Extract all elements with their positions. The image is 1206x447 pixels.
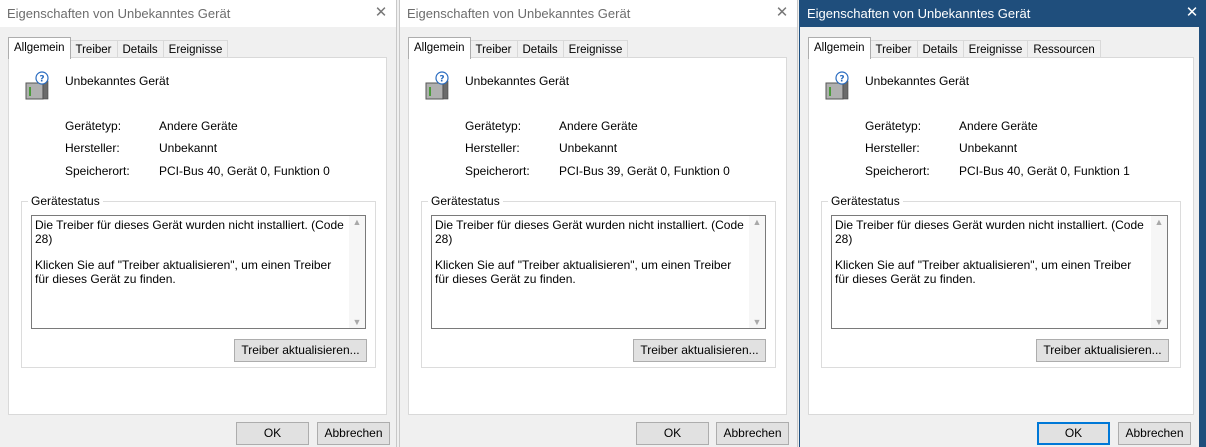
- tab-panel-general: ? Unbekanntes Gerät Gerätetyp: Andere Ge…: [808, 57, 1194, 415]
- device-status-text: Die Treiber für dieses Gerät wurden nich…: [435, 218, 745, 286]
- device-name: Unbekanntes Gerät: [465, 74, 570, 88]
- tab-general[interactable]: Allgemein: [808, 37, 871, 59]
- status-scrollbar[interactable]: ▲ ▼: [1151, 216, 1167, 328]
- scroll-up-icon[interactable]: ▲: [1151, 217, 1167, 227]
- cancel-button[interactable]: Abbrechen: [1118, 422, 1191, 445]
- unknown-device-icon: ?: [25, 71, 49, 100]
- title-bar[interactable]: Eigenschaften von Unbekanntes Gerät ✕: [0, 0, 396, 27]
- properties-dialog-1: Eigenschaften von Unbekanntes Gerät ✕ Al…: [0, 0, 397, 447]
- status-message: Die Treiber für dieses Gerät wurden nich…: [835, 218, 1144, 246]
- location-value: PCI-Bus 39, Gerät 0, Funktion 0: [559, 164, 730, 178]
- unknown-device-icon: ?: [425, 71, 449, 100]
- scroll-down-icon[interactable]: ▼: [349, 317, 365, 327]
- location-label: Speicherort:: [465, 164, 530, 178]
- device-status-group: Gerätestatus Die Treiber für dieses Gerä…: [421, 194, 776, 368]
- location-label: Speicherort:: [865, 164, 930, 178]
- device-status-title: Gerätestatus: [428, 194, 503, 208]
- window-title: Eigenschaften von Unbekanntes Gerät: [7, 6, 231, 21]
- manufacturer-value: Unbekannt: [959, 141, 1018, 155]
- manufacturer-label: Hersteller:: [465, 141, 520, 155]
- status-hint: Klicken Sie auf "Treiber aktualisieren",…: [35, 258, 332, 286]
- svg-text:?: ?: [439, 75, 444, 85]
- status-message: Die Treiber für dieses Gerät wurden nich…: [35, 218, 344, 246]
- properties-dialog-2: Eigenschaften von Unbekanntes Gerät ✕ Al…: [399, 0, 798, 447]
- device-type-label: Gerätetyp:: [465, 119, 522, 133]
- update-driver-button[interactable]: Treiber aktualisieren...: [234, 339, 367, 362]
- update-driver-button[interactable]: Treiber aktualisieren...: [1036, 339, 1169, 362]
- ok-button[interactable]: OK: [1037, 422, 1110, 445]
- device-name: Unbekanntes Gerät: [65, 74, 170, 88]
- window-edge: [1199, 27, 1206, 447]
- manufacturer-label: Hersteller:: [65, 141, 120, 155]
- status-message: Die Treiber für dieses Gerät wurden nich…: [435, 218, 744, 246]
- close-icon[interactable]: ✕: [366, 0, 396, 27]
- scroll-up-icon[interactable]: ▲: [749, 217, 765, 227]
- device-status-text: Die Treiber für dieses Gerät wurden nich…: [835, 218, 1147, 286]
- device-status-text: Die Treiber für dieses Gerät wurden nich…: [35, 218, 345, 286]
- title-bar[interactable]: Eigenschaften von Unbekanntes Gerät ✕: [800, 0, 1206, 27]
- location-label: Speicherort:: [65, 164, 130, 178]
- status-scrollbar[interactable]: ▲ ▼: [749, 216, 765, 328]
- close-icon[interactable]: ✕: [767, 0, 797, 27]
- device-name: Unbekanntes Gerät: [865, 74, 970, 88]
- close-icon[interactable]: ✕: [1177, 0, 1206, 27]
- status-hint: Klicken Sie auf "Treiber aktualisieren",…: [835, 258, 1132, 286]
- window-title: Eigenschaften von Unbekanntes Gerät: [407, 6, 631, 21]
- device-type-value: Andere Geräte: [559, 119, 638, 133]
- manufacturer-label: Hersteller:: [865, 141, 920, 155]
- title-bar[interactable]: Eigenschaften von Unbekanntes Gerät ✕: [400, 0, 797, 27]
- tab-strip: Allgemein Treiber Details Ereignisse Ressour…: [808, 37, 1101, 59]
- device-type-value: Andere Geräte: [959, 119, 1038, 133]
- scroll-down-icon[interactable]: ▼: [749, 317, 765, 327]
- tab-general[interactable]: Allgemein: [408, 37, 471, 59]
- manufacturer-value: Unbekannt: [559, 141, 618, 155]
- properties-dialog-3: Eigenschaften von Unbekanntes Gerät ✕ Al…: [799, 0, 1206, 447]
- manufacturer-value: Unbekannt: [159, 141, 218, 155]
- status-hint: Klicken Sie auf "Treiber aktualisieren",…: [435, 258, 732, 286]
- device-status-group: Gerätestatus Die Treiber für dieses Gerä…: [21, 194, 376, 368]
- tab-general[interactable]: Allgemein: [8, 37, 71, 59]
- device-status-textbox[interactable]: Die Treiber für dieses Gerät wurden nich…: [431, 215, 766, 329]
- unknown-device-icon: ?: [825, 71, 849, 100]
- cancel-button[interactable]: Abbrechen: [317, 422, 390, 445]
- device-status-title: Gerätestatus: [28, 194, 103, 208]
- device-status-textbox[interactable]: Die Treiber für dieses Gerät wurden nich…: [831, 215, 1168, 329]
- device-status-title: Gerätestatus: [828, 194, 903, 208]
- device-type-label: Gerätetyp:: [865, 119, 922, 133]
- device-type-label: Gerätetyp:: [65, 119, 122, 133]
- svg-text:?: ?: [839, 75, 844, 85]
- tab-strip: Allgemein Treiber Details Ereignisse: [408, 37, 629, 59]
- device-status-group: Gerätestatus Die Treiber für dieses Gerä…: [821, 194, 1181, 368]
- scroll-up-icon[interactable]: ▲: [349, 217, 365, 227]
- device-status-textbox[interactable]: Die Treiber für dieses Gerät wurden nich…: [31, 215, 366, 329]
- tab-strip: Allgemein Treiber Details Ereignisse: [8, 37, 229, 59]
- window-title: Eigenschaften von Unbekanntes Gerät: [807, 6, 1031, 21]
- update-driver-button[interactable]: Treiber aktualisieren...: [633, 339, 766, 362]
- cancel-button[interactable]: Abbrechen: [716, 422, 789, 445]
- ok-button[interactable]: OK: [236, 422, 309, 445]
- location-value: PCI-Bus 40, Gerät 0, Funktion 1: [959, 164, 1130, 178]
- svg-text:?: ?: [39, 75, 44, 85]
- tab-panel-general: ? Unbekanntes Gerät Gerätetyp: Andere Ge…: [8, 57, 387, 415]
- tab-panel-general: ? Unbekanntes Gerät Gerätetyp: Andere Ge…: [408, 57, 787, 415]
- device-type-value: Andere Geräte: [159, 119, 238, 133]
- location-value: PCI-Bus 40, Gerät 0, Funktion 0: [159, 164, 330, 178]
- ok-button[interactable]: OK: [636, 422, 709, 445]
- status-scrollbar[interactable]: ▲ ▼: [349, 216, 365, 328]
- scroll-down-icon[interactable]: ▼: [1151, 317, 1167, 327]
